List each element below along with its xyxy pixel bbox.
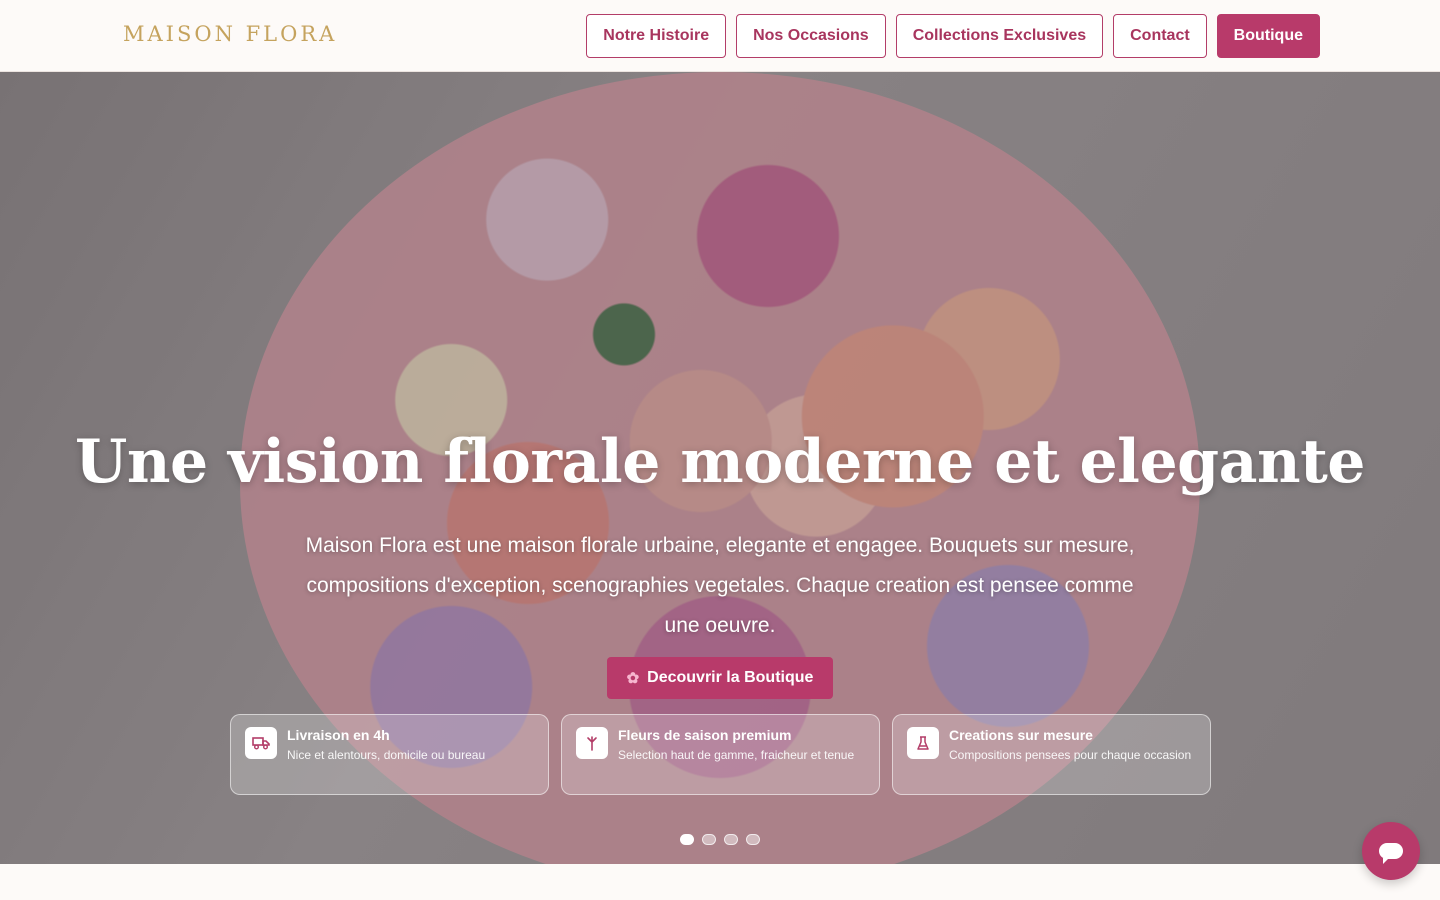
logo[interactable]: MAISON FLORA (123, 22, 337, 46)
carousel-dot-4[interactable] (746, 834, 760, 845)
feature-title: Livraison en 4h (287, 727, 390, 743)
hero-subtitle: Maison Flora est une maison florale urba… (305, 534, 1135, 637)
nav-notre-histoire[interactable]: Notre Histoire (586, 14, 727, 58)
flower-icon: ✿ (626, 670, 640, 687)
carousel-dot-2[interactable] (702, 834, 716, 845)
chat-button[interactable] (1362, 822, 1420, 880)
feature-title: Creations sur mesure (949, 727, 1093, 743)
feature-desc: Compositions pensees pour chaque occasio… (949, 748, 1192, 762)
hero-section: Une vision florale moderne et elegante M… (0, 72, 1440, 864)
carousel-dots (680, 834, 760, 845)
site-header: MAISON FLORA Notre Histoire Nos Occasion… (0, 0, 1440, 72)
nav-nos-occasions[interactable]: Nos Occasions (736, 14, 886, 58)
nav-contact[interactable]: Contact (1113, 14, 1207, 58)
carousel-dot-1[interactable] (680, 834, 694, 845)
carousel-dot-3[interactable] (724, 834, 738, 845)
nav-collections-exclusives[interactable]: Collections Exclusives (895, 14, 1104, 58)
main-nav: Notre Histoire Nos Occasions Collections… (586, 14, 1320, 58)
flower-stem-icon (576, 727, 608, 759)
discover-boutique-button[interactable]: ✿ Decouvrir la Boutique (607, 657, 833, 699)
feature-desc: Selection haut de gamme, fraicheur et te… (618, 748, 855, 762)
feature-title: Fleurs de saison premium (618, 727, 792, 743)
hero-title: Une vision florale moderne et elegante (75, 427, 1365, 497)
chat-icon (1379, 843, 1403, 864)
cta-label: Decouvrir la Boutique (647, 669, 814, 686)
feature-card: Fleurs de saison premium Selection haut … (561, 714, 880, 795)
feature-card: Creations sur mesure Compositions pensee… (892, 714, 1211, 795)
features-row: Livraison en 4h Nice et alentours, domic… (230, 714, 1211, 795)
feature-desc: Nice et alentours, domicile ou bureau (287, 748, 486, 762)
feature-card: Livraison en 4h Nice et alentours, domic… (230, 714, 549, 795)
nav-boutique-button[interactable]: Boutique (1216, 14, 1320, 58)
truck-icon (245, 727, 277, 759)
flask-icon (907, 727, 939, 759)
